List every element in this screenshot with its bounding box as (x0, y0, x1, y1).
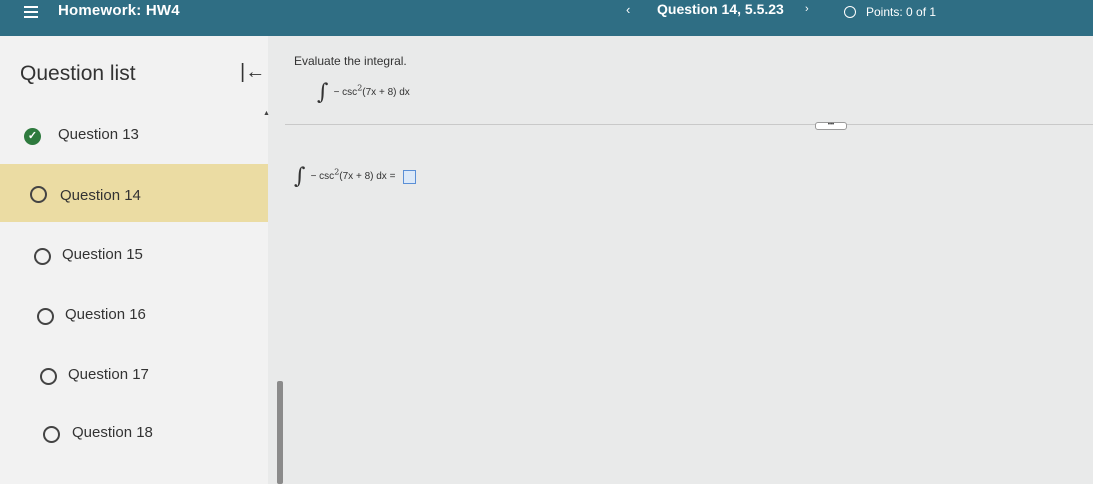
check-icon: ✓ (24, 128, 41, 145)
problem-expression: ∫ − csc2(7x + 8) dx (317, 80, 410, 105)
status-circle-icon (43, 426, 60, 443)
answer-input[interactable] (402, 169, 416, 184)
previous-question-icon[interactable]: ‹ (626, 2, 630, 17)
instruction-text: Evaluate the integral. (294, 54, 407, 68)
homework-title: Homework: HW4 (58, 2, 180, 19)
question-item-14[interactable]: Question 14 (0, 164, 268, 222)
status-circle-icon (30, 186, 47, 203)
expand-more-button[interactable]: ••• (815, 122, 847, 130)
question-item-label: Question 14 (60, 187, 141, 204)
question-item-label: Question 16 (65, 306, 146, 323)
status-circle-icon (40, 368, 57, 385)
question-list-sidebar: Question list |← ▲ ✓ Question 13 Questio… (0, 36, 270, 484)
status-circle-icon (37, 308, 54, 325)
points-status-icon (844, 6, 856, 18)
status-circle-icon (34, 248, 51, 265)
question-item-15[interactable]: Question 15 (0, 226, 268, 284)
top-bar: Homework: HW4 ‹ Question 14, 5.5.23 › Po… (0, 0, 1093, 36)
answer-expression: ∫ − csc2(7x + 8) dx = (294, 164, 416, 189)
question-item-label: Question 17 (68, 366, 149, 383)
question-list-title: Question list (20, 62, 136, 85)
question-item-18[interactable]: Question 18 (0, 404, 268, 462)
problem-prefix: − csc (333, 87, 358, 98)
answer-suffix: (7x + 8) dx = (339, 171, 396, 182)
hamburger-menu-icon[interactable] (24, 3, 38, 19)
next-question-icon[interactable]: › (805, 3, 809, 15)
question-item-17[interactable]: Question 17 (0, 346, 268, 404)
question-item-label: Question 18 (72, 424, 153, 441)
question-item-label: Question 13 (58, 126, 139, 143)
problem-suffix: (7x + 8) dx (362, 87, 410, 98)
points-label: Points: 0 of 1 (866, 5, 937, 19)
collapse-sidebar-icon[interactable]: |← (240, 61, 265, 84)
answer-prefix: − csc (310, 171, 335, 182)
question-item-label: Question 15 (62, 246, 143, 263)
question-item-16[interactable]: Question 16 (0, 286, 268, 344)
question-title: Question 14, 5.5.23 (657, 1, 784, 17)
question-item-13[interactable]: ✓ Question 13 (0, 106, 268, 164)
integral-sign: ∫ (294, 164, 306, 189)
question-panel: Evaluate the integral. ∫ − csc2(7x + 8) … (285, 36, 1093, 484)
integral-sign: ∫ (317, 80, 329, 105)
sidebar-scrollbar[interactable] (277, 381, 283, 484)
section-divider (285, 124, 1093, 125)
